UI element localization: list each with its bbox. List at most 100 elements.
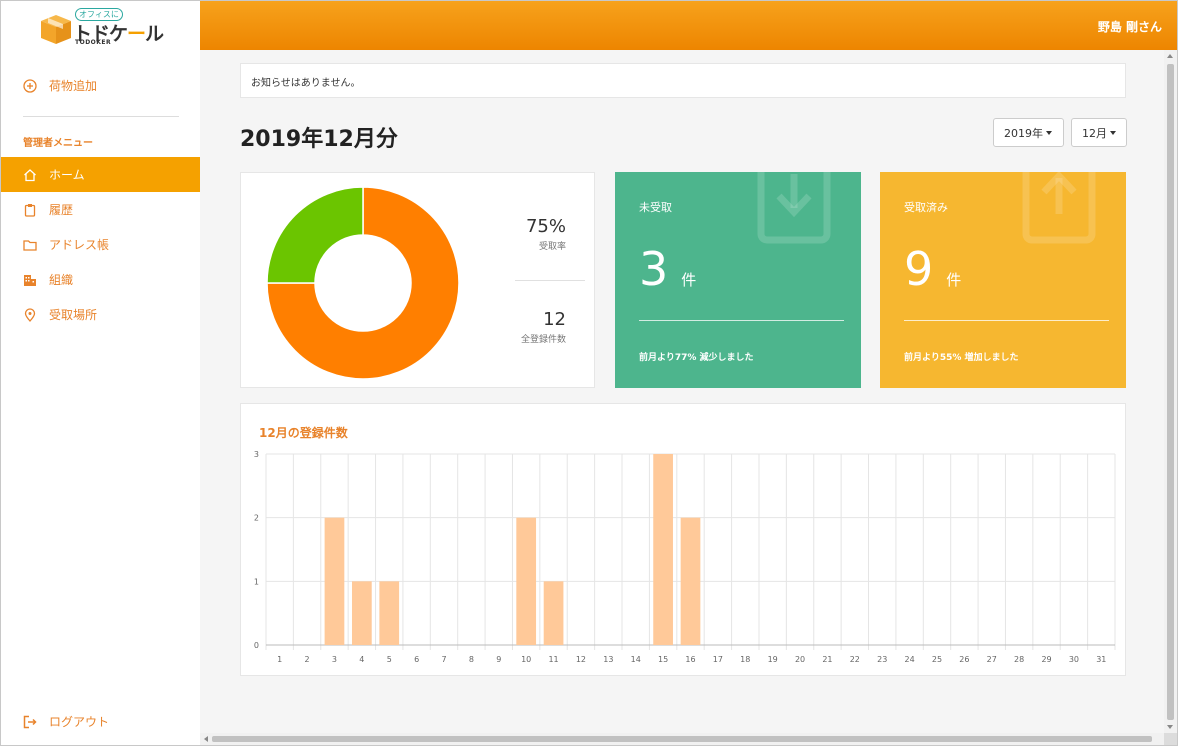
horizontal-scrollbar[interactable]	[200, 733, 1164, 745]
x-tick-label: 31	[1096, 655, 1106, 664]
notice-banner: お知らせはありません。	[240, 63, 1126, 98]
unreceived-count-value: 3	[639, 242, 669, 296]
unreceived-count: 3 件	[639, 242, 696, 296]
scroll-up-arrow-icon[interactable]	[1167, 54, 1173, 58]
sidebar-item-home[interactable]: ホーム	[1, 157, 200, 192]
x-tick-label: 25	[932, 655, 942, 664]
sidebar: オフィスに トドケール TODOKER 荷物追加 管理者メニュー ホーム 履歴 …	[1, 1, 200, 745]
x-tick-label: 14	[631, 655, 641, 664]
receipt-rate-label: 受取率	[538, 242, 566, 252]
x-tick-label: 16	[685, 655, 695, 664]
admin-menu-heading: 管理者メニュー	[23, 138, 93, 149]
box-logo-icon	[41, 15, 71, 44]
x-tick-label: 18	[740, 655, 750, 664]
user-name-menu[interactable]: 野島 剛さん	[1098, 18, 1162, 35]
clipboard-icon	[24, 203, 36, 217]
unreceived-card[interactable]: 未受取 3 件 前月より77% 減少しました	[615, 172, 861, 388]
page-title: 2019年12月分	[240, 127, 398, 152]
month-select[interactable]: 12月	[1071, 118, 1127, 147]
x-tick-label: 20	[795, 655, 805, 664]
x-tick-label: 23	[877, 655, 887, 664]
app-logo[interactable]: オフィスに トドケール TODOKER	[39, 7, 169, 47]
received-label: 受取済み	[904, 201, 948, 214]
x-tick-label: 10	[521, 655, 531, 664]
y-tick-label: 3	[254, 450, 259, 459]
sidebar-item-history[interactable]: 履歴	[1, 192, 200, 227]
x-tick-label: 7	[441, 655, 446, 664]
total-registered-stat: 12 全登録件数	[521, 309, 566, 345]
sidebar-item-label: 受取場所	[49, 308, 98, 322]
add-package-label: 荷物追加	[49, 79, 98, 93]
receipt-rate-card: 75% 受取率 12 全登録件数	[240, 172, 595, 388]
bar-day-3[interactable]	[324, 517, 345, 645]
x-tick-label: 9	[496, 655, 501, 664]
card-divider	[639, 320, 844, 321]
x-tick-label: 15	[658, 655, 668, 664]
x-tick-label: 26	[959, 655, 969, 664]
x-tick-label: 22	[850, 655, 860, 664]
stat-divider	[515, 280, 585, 281]
received-count-unit: 件	[946, 271, 962, 289]
sidebar-item-label: 組織	[49, 273, 74, 287]
bar-day-4[interactable]	[351, 581, 372, 645]
unreceived-count-unit: 件	[681, 271, 697, 289]
x-tick-label: 29	[1041, 655, 1051, 664]
received-count-value: 9	[904, 242, 934, 296]
unreceived-slice[interactable]	[266, 186, 364, 284]
logout-button[interactable]: ログアウト	[23, 713, 109, 730]
scrollbar-corner	[1164, 733, 1177, 745]
x-tick-label: 2	[305, 655, 310, 664]
sidebar-item-organization[interactable]: 組織	[1, 262, 200, 297]
add-package-button[interactable]: 荷物追加	[23, 77, 97, 94]
unreceived-label: 未受取	[639, 201, 672, 214]
caret-down-icon	[1110, 130, 1116, 135]
logout-label: ログアウト	[49, 715, 110, 729]
total-registered-label: 全登録件数	[520, 335, 566, 345]
location-pin-icon	[24, 307, 36, 322]
caret-down-icon	[1046, 130, 1052, 135]
registrations-bar-chart: 01231 2 3 4 5 6 7 8 9 10 11 12 13 14 15 16 17 18 19 20 21 22 2…	[254, 450, 1116, 664]
sidebar-divider	[23, 116, 179, 117]
folder-icon	[23, 239, 37, 251]
x-tick-label: 21	[822, 655, 832, 664]
sidebar-item-address-book[interactable]: アドレス帳	[1, 227, 200, 262]
x-tick-label: 30	[1069, 655, 1079, 664]
unreceived-change-note: 前月より77% 減少しました	[639, 353, 754, 363]
x-tick-label: 6	[414, 655, 419, 664]
x-tick-label: 8	[469, 655, 474, 664]
bar-day-10[interactable]	[516, 517, 537, 645]
bar-day-16[interactable]	[680, 517, 701, 645]
card-divider	[904, 320, 1109, 321]
y-tick-label: 1	[254, 577, 259, 586]
x-tick-label: 13	[603, 655, 613, 664]
logout-icon	[23, 715, 37, 728]
horizontal-scroll-thumb[interactable]	[212, 736, 1152, 742]
bar-day-5[interactable]	[379, 581, 400, 645]
logo-subtext: TODOKER	[75, 39, 112, 46]
y-tick-label: 2	[254, 514, 259, 523]
scroll-down-arrow-icon[interactable]	[1167, 725, 1173, 729]
received-card[interactable]: 受取済み 9 件 前月より55% 増加しました	[880, 172, 1126, 388]
admin-nav: ホーム 履歴 アドレス帳 組織 受取場所	[1, 157, 200, 332]
y-tick-label: 0	[254, 641, 259, 650]
x-tick-label: 12	[576, 655, 586, 664]
bar-day-15[interactable]	[653, 454, 673, 645]
x-tick-label: 11	[548, 655, 558, 664]
plus-circle-icon	[23, 78, 37, 93]
vertical-scroll-thumb[interactable]	[1167, 64, 1174, 720]
sidebar-item-pickup-location[interactable]: 受取場所	[1, 297, 200, 332]
year-select[interactable]: 2019年	[993, 118, 1064, 147]
bar-day-11[interactable]	[543, 581, 564, 645]
scroll-left-arrow-icon[interactable]	[204, 736, 208, 742]
download-tray-icon	[757, 172, 831, 244]
sidebar-item-label: 履歴	[49, 203, 74, 217]
receipt-donut-chart	[266, 186, 460, 380]
home-icon	[24, 168, 36, 181]
year-select-value: 2019年	[1004, 126, 1043, 140]
x-tick-label: 5	[387, 655, 392, 664]
sidebar-item-label: ホーム	[49, 168, 85, 182]
vertical-scrollbar[interactable]	[1164, 50, 1177, 733]
received-change-note: 前月より55% 増加しました	[904, 353, 1019, 363]
x-tick-label: 24	[905, 655, 915, 664]
receipt-rate-stat: 75% 受取率	[526, 216, 566, 252]
